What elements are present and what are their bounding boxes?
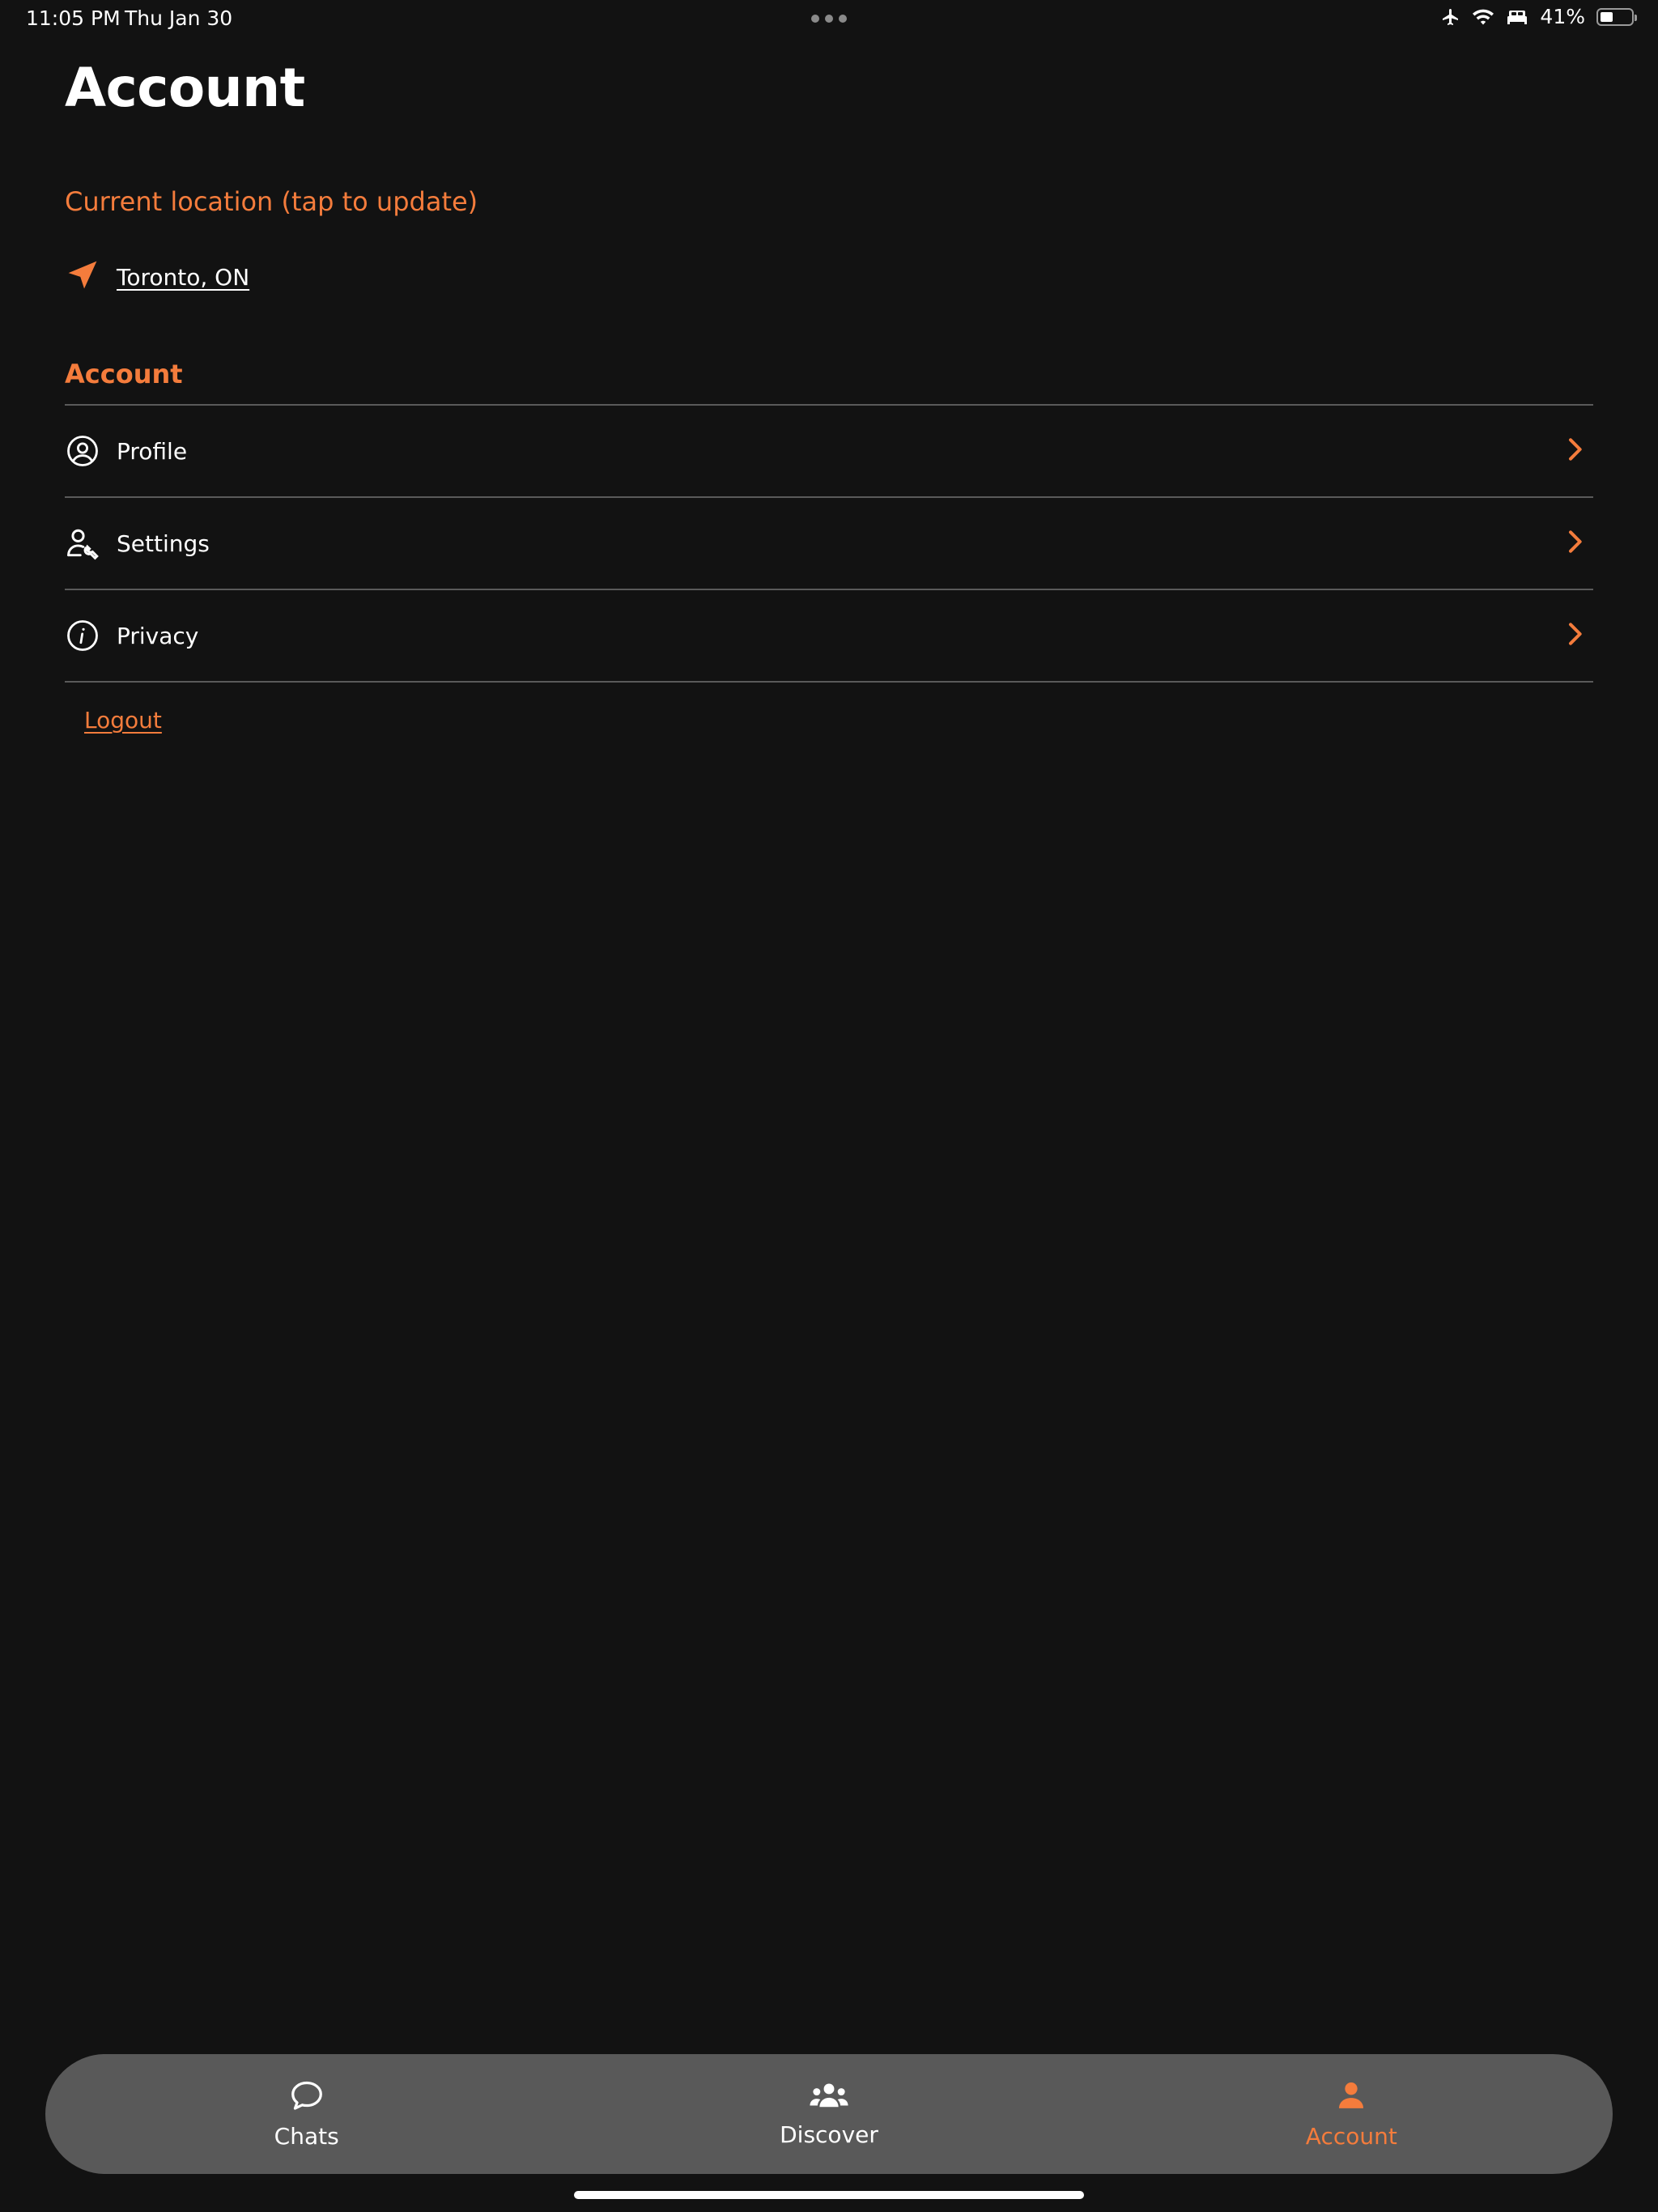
user-wrench-icon — [65, 525, 100, 561]
tab-chats[interactable]: Chats — [45, 2054, 568, 2174]
menu-item-privacy[interactable]: Privacy — [65, 590, 1593, 683]
group-icon — [809, 2081, 849, 2113]
location-label[interactable]: Current location (tap to update) — [65, 186, 478, 217]
battery-percent: 41% — [1540, 5, 1585, 28]
chevron-right-icon — [1566, 530, 1584, 557]
person-icon — [1335, 2079, 1367, 2115]
menu-item-label: Settings — [117, 530, 210, 557]
user-circle-icon — [65, 433, 100, 469]
airplane-icon — [1441, 7, 1460, 27]
status-time: 11:05 PM — [26, 6, 121, 30]
chat-bubble-icon — [289, 2079, 325, 2115]
tab-account[interactable]: Account — [1090, 2054, 1613, 2174]
tab-bar: Chats Discover Account — [45, 2054, 1613, 2174]
chevron-right-icon — [1566, 622, 1584, 649]
status-date: Thu Jan 30 — [125, 6, 233, 30]
status-bar: 11:05 PM Thu Jan 30 41% — [0, 0, 1658, 39]
account-screen: 11:05 PM Thu Jan 30 41% Account Current … — [0, 0, 1658, 2212]
tab-label: Chats — [274, 2122, 339, 2150]
logout-link[interactable]: Logout — [84, 707, 162, 734]
info-circle-icon — [65, 618, 100, 653]
battery-fill — [1601, 11, 1613, 22]
menu-item-profile[interactable]: Profile — [65, 406, 1593, 498]
tab-discover[interactable]: Discover — [568, 2054, 1090, 2174]
home-indicator[interactable] — [574, 2191, 1084, 2199]
battery-icon — [1596, 7, 1637, 26]
account-menu-list: Profile Settings Privacy — [65, 404, 1593, 683]
tab-label: Account — [1305, 2122, 1397, 2150]
chevron-right-icon — [1566, 437, 1584, 465]
menu-item-label: Privacy — [117, 622, 199, 649]
menu-item-label: Profile — [117, 437, 188, 465]
location-button[interactable]: Toronto, ON — [65, 257, 249, 296]
tab-label: Discover — [780, 2121, 878, 2148]
menu-item-settings[interactable]: Settings — [65, 498, 1593, 590]
bed-icon — [1506, 8, 1528, 26]
status-indicators: 41% — [1441, 5, 1637, 28]
page-title: Account — [65, 57, 305, 119]
location-value[interactable]: Toronto, ON — [117, 264, 249, 291]
navigation-arrow-icon — [65, 257, 100, 296]
wifi-icon — [1472, 8, 1494, 26]
account-section-header: Account — [65, 359, 183, 389]
multitasking-dots-icon[interactable] — [811, 15, 847, 23]
